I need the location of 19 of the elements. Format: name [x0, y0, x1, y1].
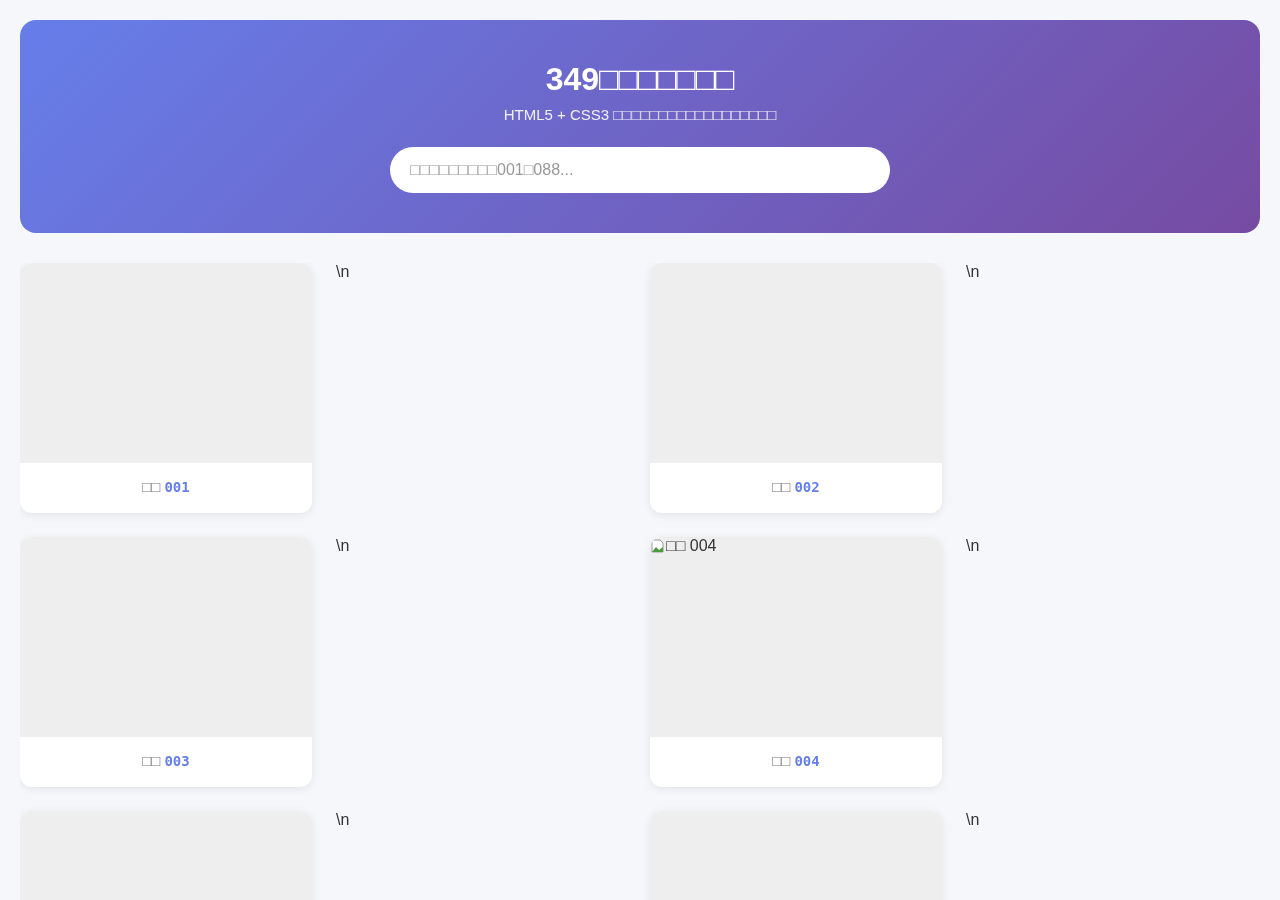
stray-text: \n	[966, 810, 980, 829]
card-caption: □□ 001	[141, 477, 191, 498]
stray-text: \n	[966, 262, 980, 281]
item-card[interactable]: □□ 002	[650, 262, 942, 513]
card-caption: □□ 002	[771, 477, 821, 498]
page-title: 349□□□□□□□	[544, 60, 736, 98]
card-caption: □□ 003	[141, 751, 191, 772]
card-caption: □□ 004	[771, 751, 821, 772]
item-card[interactable]: □□ 001	[20, 262, 312, 513]
broken-image-icon	[650, 537, 666, 554]
item-card[interactable]: □□ 003	[20, 536, 312, 787]
item-card[interactable]: □□ 004 □□ 004	[650, 536, 942, 787]
page-subtitle: HTML5 + CSS3 □□□□□□□□□□□□□□□□□□	[502, 105, 778, 125]
search-field[interactable]: □□□□□□□□□001□088...	[390, 146, 890, 193]
stray-text: \n	[966, 536, 980, 555]
broken-image-alt-text: □□ 004	[650, 536, 717, 555]
stray-text: \n	[336, 262, 350, 281]
stray-text: \n	[336, 536, 350, 555]
stray-text: \n	[336, 810, 350, 829]
